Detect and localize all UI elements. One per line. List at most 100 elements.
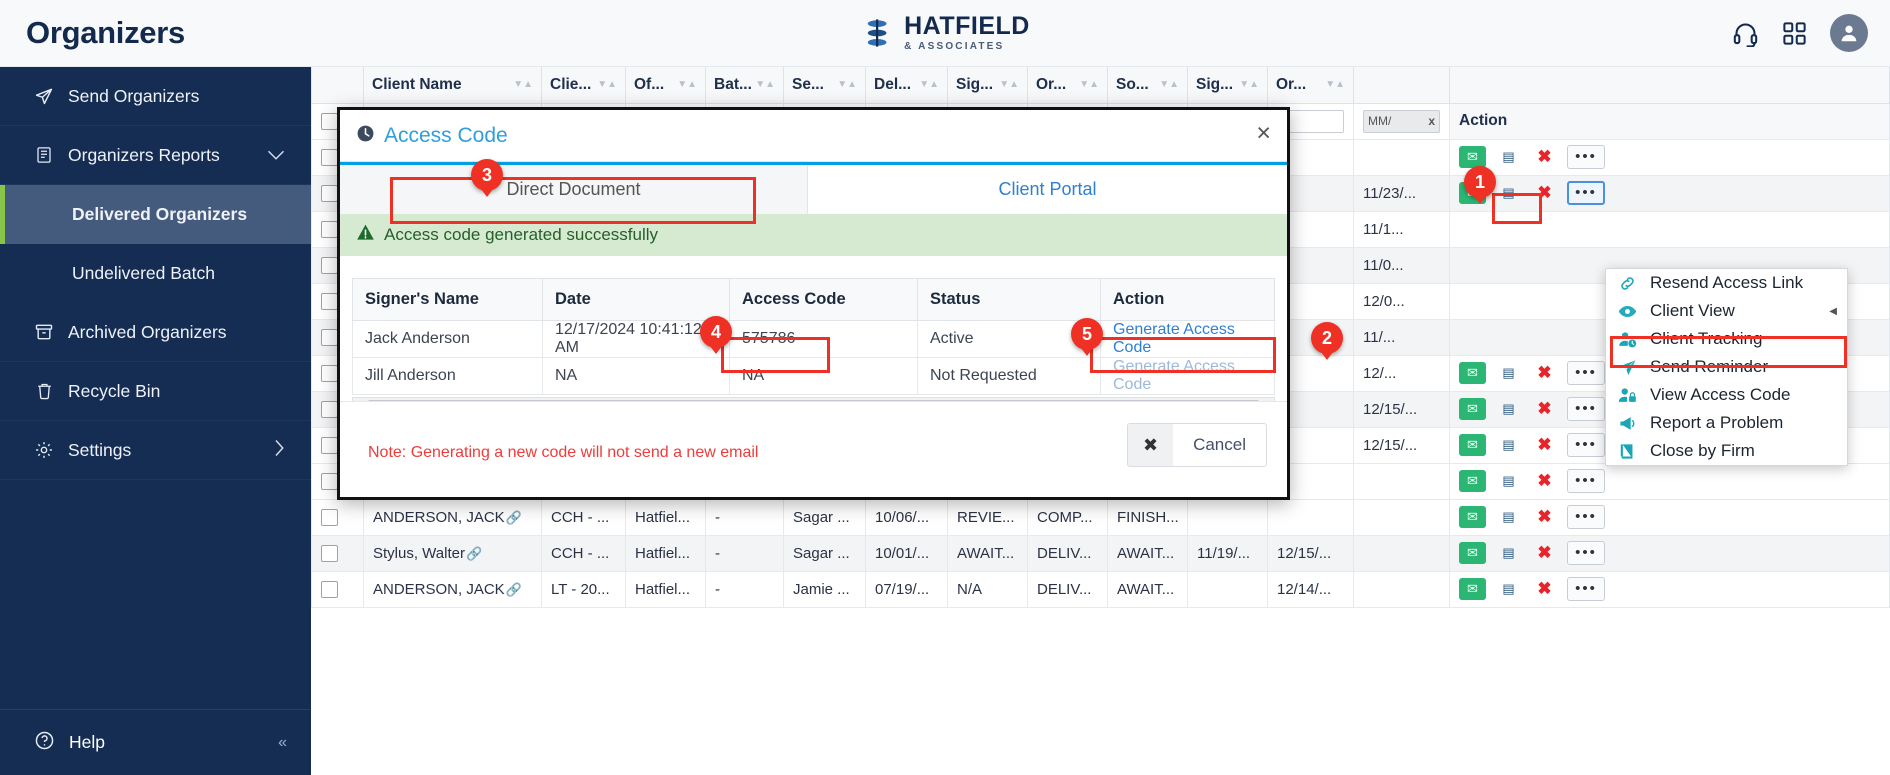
delete-icon[interactable]: ✖ — [1531, 506, 1558, 528]
delete-icon[interactable]: ✖ — [1531, 398, 1558, 420]
sort-icon[interactable]: ▼▲ — [837, 79, 857, 90]
sidebar-item-send-organizers[interactable]: Send Organizers — [0, 67, 311, 126]
sort-icon[interactable]: ▼▲ — [999, 79, 1019, 90]
document-icon[interactable]: ▤ — [1495, 182, 1522, 204]
tab-client-portal[interactable]: Client Portal — [808, 165, 1287, 214]
row-checkbox[interactable] — [321, 544, 338, 562]
link-icon[interactable]: 🔗 — [466, 546, 482, 561]
select-all-checkbox[interactable] — [321, 112, 338, 130]
table-row[interactable]: ANDERSON, JACK🔗 LT - 20... Hatfiel... - … — [311, 570, 1890, 608]
document-icon[interactable]: ▤ — [1495, 146, 1522, 168]
sort-icon[interactable]: ▼▲ — [677, 79, 697, 90]
more-options-icon[interactable]: ••• — [1567, 361, 1605, 385]
more-options-icon[interactable]: ••• — [1567, 145, 1605, 169]
row-checkbox[interactable] — [321, 400, 338, 418]
avatar[interactable] — [1830, 14, 1868, 52]
collapse-sidebar-icon[interactable]: « — [278, 734, 287, 752]
sidebar-item-organizers-reports[interactable]: Organizers Reports — [0, 126, 311, 185]
table-row[interactable]: ANDERSON, JACK🔗 CCH - ... Hatfiel... - S… — [311, 498, 1890, 536]
column-header-client-name[interactable]: Client Name ▼▲ — [363, 67, 542, 104]
row-checkbox[interactable] — [321, 364, 338, 382]
menu-item-client-view[interactable]: Client View ◀ — [1606, 297, 1847, 325]
more-options-icon[interactable]: ••• — [1567, 433, 1605, 457]
row-checkbox[interactable] — [321, 256, 338, 274]
row-checkbox[interactable] — [321, 328, 338, 346]
more-options-icon[interactable]: ••• — [1567, 397, 1605, 421]
cancel-button[interactable]: ✖ Cancel — [1127, 423, 1267, 467]
row-checkbox[interactable] — [321, 436, 338, 454]
row-checkbox[interactable] — [321, 184, 338, 202]
column-header-6[interactable]: Sig... ▼▲ — [947, 67, 1028, 104]
column-header-1[interactable]: Clie... ▼▲ — [541, 67, 626, 104]
column-header-7[interactable]: Or... ▼▲ — [1027, 67, 1108, 104]
document-icon[interactable]: ▤ — [1495, 578, 1522, 600]
sort-icon[interactable]: ▼▲ — [597, 79, 617, 90]
table-row[interactable]: Stylus, Walter🔗 CCH - ... Hatfiel... - S… — [311, 534, 1890, 572]
email-icon[interactable]: ✉ — [1459, 542, 1486, 564]
sidebar-item-delivered-organizers[interactable]: Delivered Organizers — [0, 185, 311, 244]
column-header-10[interactable]: Or... ▼▲ — [1267, 67, 1354, 104]
column-header-3[interactable]: Bat... ▼▲ — [705, 67, 784, 104]
menu-item-close-by-firm[interactable]: Close by Firm — [1606, 437, 1847, 465]
document-icon[interactable]: ▤ — [1495, 362, 1522, 384]
sidebar-item-undelivered-batch[interactable]: Undelivered Batch — [0, 244, 311, 303]
column-header-5[interactable]: Del... ▼▲ — [865, 67, 948, 104]
menu-item-client-tracking[interactable]: Client Tracking — [1606, 325, 1847, 353]
sort-icon[interactable]: ▼▲ — [1239, 79, 1259, 90]
email-icon[interactable]: ✉ — [1459, 434, 1486, 456]
sidebar-item-recycle-bin[interactable]: Recycle Bin — [0, 362, 311, 421]
email-icon[interactable]: ✉ — [1459, 506, 1486, 528]
document-icon[interactable]: ▤ — [1495, 506, 1522, 528]
sort-icon[interactable]: ▼▲ — [513, 79, 533, 90]
row-checkbox[interactable] — [321, 148, 338, 166]
menu-item-view-access-code[interactable]: View Access Code — [1606, 381, 1847, 409]
menu-item-report-a-problem[interactable]: Report a Problem — [1606, 409, 1847, 437]
sidebar-item-help[interactable]: Help « — [0, 709, 311, 775]
sidebar-item-archived-organizers[interactable]: Archived Organizers — [0, 303, 311, 362]
sort-icon[interactable]: ▼▲ — [1079, 79, 1099, 90]
clear-filter-icon[interactable]: x — [1428, 114, 1435, 128]
sidebar-item-settings[interactable]: Settings — [0, 421, 311, 480]
column-header-4[interactable]: Se... ▼▲ — [783, 67, 866, 104]
column-header-9[interactable]: Sig... ▼▲ — [1187, 67, 1268, 104]
row-checkbox[interactable] — [321, 472, 338, 490]
sort-icon[interactable]: ▼▲ — [755, 79, 775, 90]
tab-direct-document[interactable]: Direct Document — [340, 165, 808, 214]
more-options-icon[interactable]: ••• — [1567, 541, 1605, 565]
row-checkbox[interactable] — [321, 220, 338, 238]
date-filter-input[interactable]: MM/ x — [1363, 109, 1440, 133]
document-icon[interactable]: ▤ — [1495, 542, 1522, 564]
more-options-icon[interactable]: ••• — [1567, 469, 1605, 493]
row-checkbox[interactable] — [321, 508, 338, 526]
document-icon[interactable]: ▤ — [1495, 434, 1522, 456]
sort-icon[interactable]: ▼▲ — [919, 79, 939, 90]
email-icon[interactable]: ✉ — [1459, 398, 1486, 420]
delete-icon[interactable]: ✖ — [1531, 470, 1558, 492]
headset-icon[interactable] — [1732, 20, 1759, 47]
delete-icon[interactable]: ✖ — [1531, 362, 1558, 384]
more-options-icon[interactable]: ••• — [1567, 505, 1605, 529]
email-icon[interactable]: ✉ — [1459, 146, 1486, 168]
email-icon[interactable]: ✉ — [1459, 362, 1486, 384]
menu-item-send-reminder[interactable]: Send Reminder — [1606, 353, 1847, 381]
delete-icon[interactable]: ✖ — [1531, 434, 1558, 456]
sort-icon[interactable]: ▼▲ — [1325, 79, 1345, 90]
column-header-2[interactable]: Of... ▼▲ — [625, 67, 706, 104]
delete-icon[interactable]: ✖ — [1531, 146, 1558, 168]
document-icon[interactable]: ▤ — [1495, 470, 1522, 492]
generate-access-code-link[interactable]: Generate Access Code — [1113, 321, 1235, 356]
row-checkbox[interactable] — [321, 580, 338, 598]
more-options-icon[interactable]: ••• — [1567, 577, 1605, 601]
sort-icon[interactable]: ▼▲ — [1159, 79, 1179, 90]
delete-icon[interactable]: ✖ — [1531, 542, 1558, 564]
apps-grid-icon[interactable] — [1781, 20, 1808, 47]
menu-item-resend-access-link[interactable]: Resend Access Link — [1606, 269, 1847, 297]
delete-icon[interactable]: ✖ — [1531, 182, 1558, 204]
link-icon[interactable]: 🔗 — [506, 582, 522, 597]
column-header-8[interactable]: So... ▼▲ — [1107, 67, 1188, 104]
document-icon[interactable]: ▤ — [1495, 398, 1522, 420]
row-checkbox[interactable] — [321, 292, 338, 310]
more-options-icon[interactable]: ••• — [1567, 181, 1605, 205]
link-icon[interactable]: 🔗 — [506, 510, 522, 525]
email-icon[interactable]: ✉ — [1459, 578, 1486, 600]
